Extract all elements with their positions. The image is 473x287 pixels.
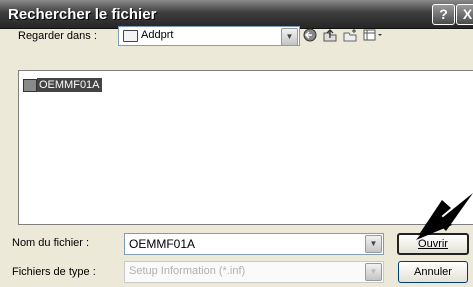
open-file-dialog: Rechercher le fichier ? X Regarder dans …	[0, 0, 473, 287]
annotation-arrow-icon	[416, 193, 473, 240]
